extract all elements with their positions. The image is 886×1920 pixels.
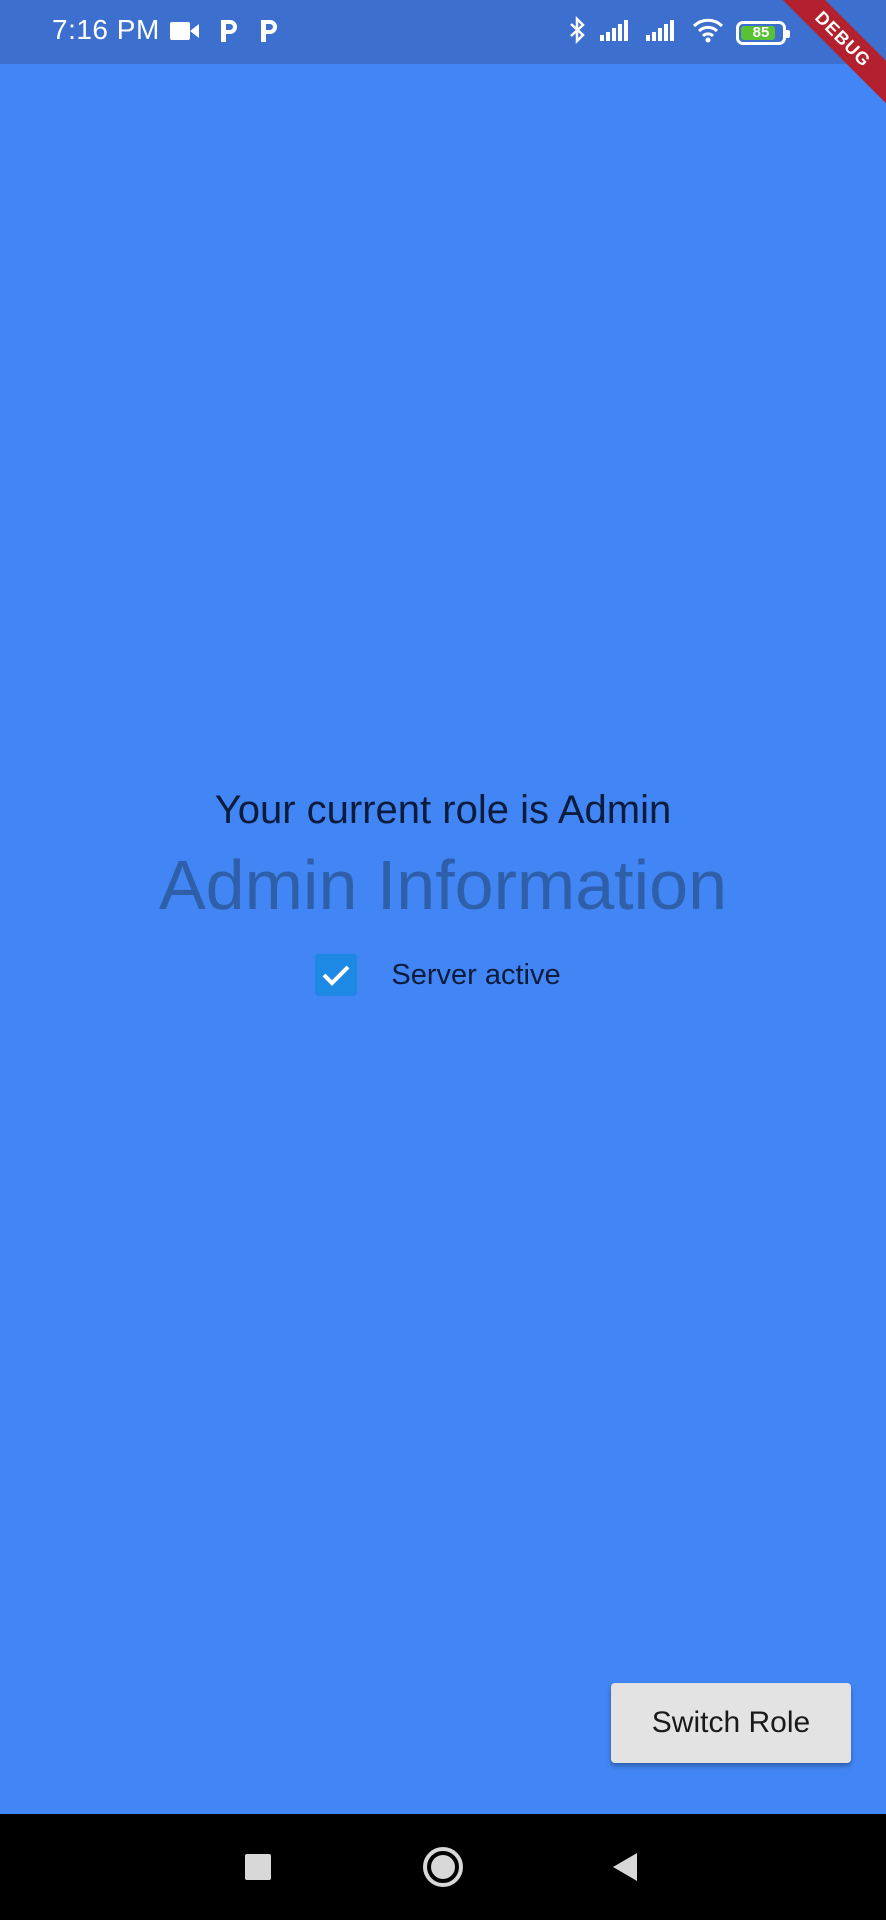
home-icon (423, 1847, 463, 1887)
recent-apps-icon (245, 1854, 271, 1880)
signal-icon (600, 18, 634, 47)
status-left-icons (170, 18, 280, 49)
wifi-icon (692, 17, 724, 48)
check-icon (322, 965, 350, 986)
status-bar: 7:16 PM 85 DEBUG (0, 0, 886, 117)
video-camera-icon (170, 20, 200, 47)
info-title: Admin Information (158, 846, 728, 924)
status-time: 7:16 PM (52, 14, 160, 45)
server-active-checkbox[interactable] (315, 954, 358, 996)
battery-level: 85 (752, 24, 770, 41)
status-right-icons: 85 (568, 15, 790, 49)
bluetooth-icon (568, 15, 588, 49)
role-text: Your current role is Admin (214, 788, 672, 832)
parking-icon (258, 18, 280, 49)
parking-icon (218, 18, 240, 49)
main-content: Your current role is Admin Admin Informa… (0, 780, 886, 996)
back-button[interactable] (575, 1814, 675, 1920)
server-active-row[interactable]: Server active (0, 954, 886, 996)
home-button[interactable] (393, 1814, 493, 1920)
server-active-label: Server active (391, 958, 561, 991)
switch-role-button[interactable]: Switch Role (611, 1683, 851, 1763)
signal-icon (646, 18, 680, 47)
back-icon (613, 1853, 637, 1881)
recent-apps-button[interactable] (208, 1814, 308, 1920)
navigation-bar (0, 1814, 886, 1920)
battery-icon: 85 (736, 20, 790, 45)
